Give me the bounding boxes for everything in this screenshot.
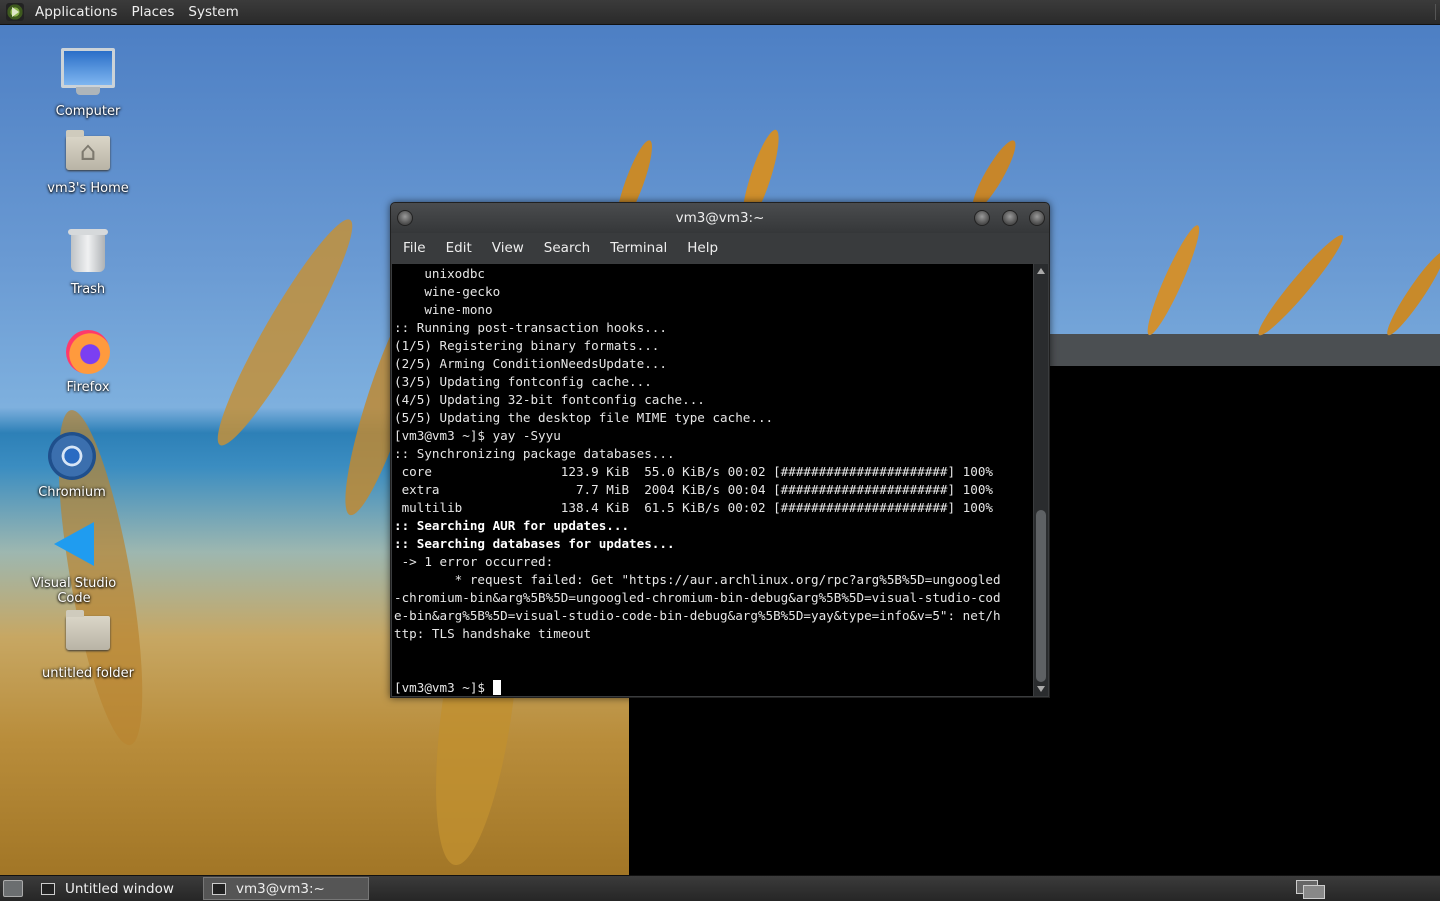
desktop-icon-label: Chromium bbox=[38, 485, 106, 500]
chromium-icon bbox=[48, 432, 96, 480]
taskbar-item-label: Untitled window bbox=[65, 880, 174, 897]
close-icon[interactable] bbox=[1029, 210, 1045, 226]
menu-system[interactable]: System bbox=[181, 0, 245, 24]
terminal-line: ttp: TLS handshake timeout bbox=[394, 626, 592, 641]
scroll-up-icon[interactable] bbox=[1037, 268, 1045, 274]
window-title: vm3@vm3:~ bbox=[675, 210, 765, 226]
desktop-icon-firefox[interactable]: Firefox bbox=[28, 330, 148, 395]
terminal-icon bbox=[212, 882, 226, 895]
terminal-menubar: File Edit View Search Terminal Help bbox=[391, 233, 1049, 263]
terminal-line: :: Searching databases for updates... bbox=[394, 536, 675, 551]
vscode-icon bbox=[54, 522, 94, 566]
desktop-icon-vscode[interactable]: Visual Studio Code bbox=[14, 522, 134, 606]
terminal-line: (3/5) Updating fontconfig cache... bbox=[394, 374, 652, 389]
terminal-line: :: Synchronizing package databases... bbox=[394, 446, 675, 461]
scrollbar-thumb[interactable] bbox=[1036, 510, 1046, 682]
taskbar-item-untitled-window[interactable]: Untitled window bbox=[33, 878, 199, 899]
workspace-switcher-icon[interactable] bbox=[1296, 879, 1325, 899]
desktop-icon-chromium[interactable]: Chromium bbox=[12, 432, 132, 500]
terminal-line: -chromium-bin&arg%5B%5D=ungoogled-chromi… bbox=[394, 590, 1001, 605]
panel-handle bbox=[1429, 4, 1436, 20]
terminal-line: :: Searching AUR for updates... bbox=[394, 518, 630, 533]
desktop-icon-trash[interactable]: Trash bbox=[28, 229, 148, 297]
maximize-icon[interactable] bbox=[1002, 210, 1018, 226]
menu-view[interactable]: View bbox=[482, 240, 534, 256]
grass-decoration bbox=[1381, 247, 1440, 340]
terminal-line: extra 7.7 MiB 2004 KiB/s 00:04 [########… bbox=[394, 482, 993, 497]
terminal-line: wine-gecko bbox=[394, 284, 501, 299]
menu-edit[interactable]: Edit bbox=[436, 240, 482, 256]
trash-icon bbox=[68, 229, 108, 272]
taskbar-item-label: vm3@vm3:~ bbox=[236, 880, 325, 897]
terminal-line: [vm3@vm3 ~]$ yay -Syyu bbox=[394, 428, 561, 443]
desktop-icon-computer[interactable]: Computer bbox=[28, 48, 148, 119]
menu-applications[interactable]: Applications bbox=[28, 0, 124, 24]
terminal-line: unixodbc bbox=[394, 266, 485, 281]
desktop-icon-label: Visual Studio Code bbox=[31, 576, 117, 606]
desktop-icon-home[interactable]: vm3's Home bbox=[28, 130, 148, 196]
menu-places[interactable]: Places bbox=[124, 0, 181, 24]
terminal-line: (4/5) Updating 32-bit fontconfig cache..… bbox=[394, 392, 705, 407]
terminal-titlebar[interactable]: vm3@vm3:~ bbox=[391, 203, 1049, 233]
grass-decoration bbox=[1140, 221, 1207, 339]
background-window-strip bbox=[1048, 334, 1440, 366]
grass-decoration bbox=[1252, 229, 1350, 341]
menu-terminal[interactable]: Terminal bbox=[600, 240, 677, 256]
desktop-icon-label: Trash bbox=[70, 282, 106, 297]
top-panel: Applications Places System bbox=[0, 0, 1440, 25]
menu-file[interactable]: File bbox=[393, 240, 436, 256]
terminal-prompt: [vm3@vm3 ~]$ bbox=[394, 680, 493, 695]
terminal-text: unixodbc wine-gecko wine-mono :: Running… bbox=[392, 264, 1033, 696]
terminal-output[interactable]: unixodbc wine-gecko wine-mono :: Running… bbox=[392, 264, 1033, 696]
computer-icon bbox=[61, 48, 115, 95]
terminal-line: * request failed: Get "https://aur.archl… bbox=[394, 572, 1001, 587]
terminal-line: core 123.9 KiB 55.0 KiB/s 00:02 [#######… bbox=[394, 464, 993, 479]
show-desktop-icon[interactable] bbox=[3, 880, 23, 897]
firefox-icon bbox=[66, 330, 110, 374]
terminal-line: :: Running post-transaction hooks... bbox=[394, 320, 667, 335]
desktop-icon-label: Computer bbox=[55, 104, 121, 119]
terminal-window[interactable]: vm3@vm3:~ File Edit View Search Terminal… bbox=[390, 202, 1050, 698]
home-folder-icon bbox=[66, 130, 110, 170]
desktop-icon-label: vm3's Home bbox=[47, 181, 129, 196]
terminal-line: (1/5) Registering binary formats... bbox=[394, 338, 660, 353]
terminal-line: multilib 138.4 KiB 61.5 KiB/s 00:02 [###… bbox=[394, 500, 993, 515]
menu-search[interactable]: Search bbox=[534, 240, 600, 256]
taskbar-item-terminal[interactable]: vm3@vm3:~ bbox=[203, 877, 369, 900]
bottom-panel: Untitled window vm3@vm3:~ bbox=[0, 875, 1440, 901]
terminal-line: (5/5) Updating the desktop file MIME typ… bbox=[394, 410, 774, 425]
minimize-icon[interactable] bbox=[974, 210, 990, 226]
terminal-line: -> 1 error occurred: bbox=[394, 554, 554, 569]
terminal-line: wine-mono bbox=[394, 302, 493, 317]
desktop-icon-label: untitled folder bbox=[41, 666, 134, 681]
applications-logo-icon[interactable] bbox=[6, 3, 24, 21]
desktop-icon-label: Firefox bbox=[66, 380, 110, 395]
desktop-icon-untitled-folder[interactable]: untitled folder bbox=[28, 610, 148, 681]
terminal-line: e-bin&arg%5B%5D=visual-studio-code-bin-d… bbox=[394, 608, 1001, 623]
terminal-scrollbar[interactable] bbox=[1034, 264, 1048, 696]
folder-icon bbox=[66, 610, 110, 650]
terminal-line: (2/5) Arming ConditionNeedsUpdate... bbox=[394, 356, 667, 371]
window-menu-icon[interactable] bbox=[397, 210, 413, 226]
scroll-down-icon[interactable] bbox=[1037, 686, 1045, 692]
window-icon bbox=[41, 882, 55, 895]
grass-decoration bbox=[202, 209, 368, 455]
terminal-cursor bbox=[492, 680, 501, 695]
menu-help[interactable]: Help bbox=[677, 240, 728, 256]
